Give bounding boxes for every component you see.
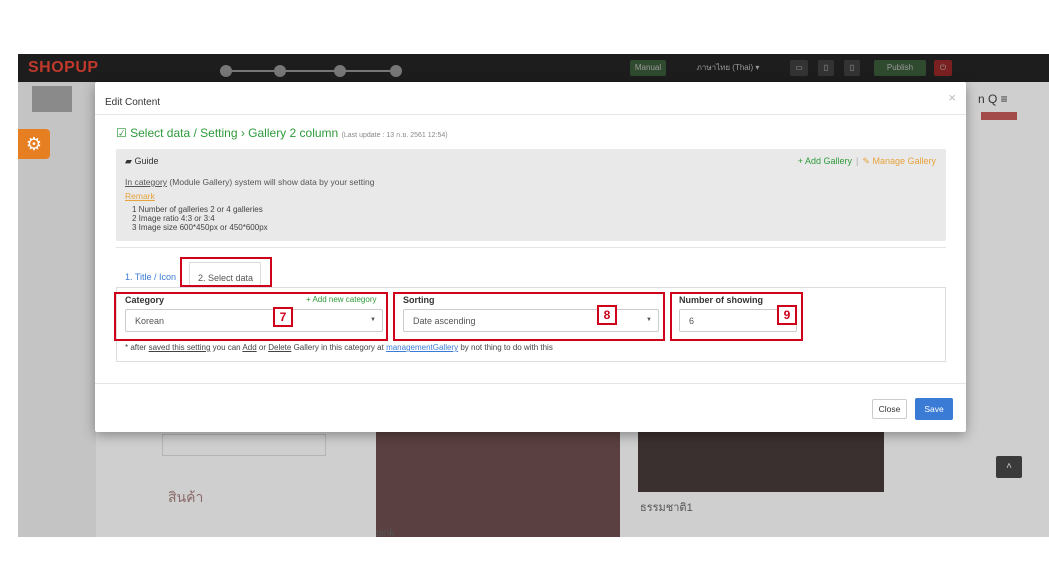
- note-text: by not thing to do with this: [458, 343, 553, 352]
- book-icon: ▰: [125, 156, 132, 166]
- tab-title-icon[interactable]: 1. Title / Icon: [125, 272, 176, 282]
- guide-note: 2 Image ratio 4:3 or 3:4: [132, 214, 215, 223]
- sidebar-box: [162, 434, 326, 456]
- modal-title: Edit Content: [105, 97, 161, 108]
- power-icon[interactable]: ⏻: [934, 60, 952, 76]
- step-progress: [208, 58, 408, 78]
- check-icon: ☑: [116, 126, 127, 140]
- app-logo: SHOPUP: [28, 59, 99, 76]
- modal-footer-divider: [95, 383, 966, 384]
- highlight-box-tab: [180, 257, 272, 287]
- save-button[interactable]: Save: [915, 398, 953, 420]
- note-text: or: [256, 343, 269, 352]
- guide-heading-text: Guide: [134, 156, 159, 166]
- add-gallery-link[interactable]: + Add Gallery: [798, 156, 852, 166]
- link-separator: |: [856, 156, 859, 166]
- mobile-view-icon[interactable]: ▯: [844, 60, 860, 76]
- highlight-box-number: [670, 292, 803, 341]
- close-button[interactable]: Close: [872, 399, 907, 419]
- settings-gear-icon[interactable]: ⚙: [18, 129, 50, 159]
- publish-button[interactable]: Publish: [874, 60, 926, 76]
- guide-box: ▰ Guide + Add Gallery | ✎ Manage Gallery I…: [116, 149, 946, 241]
- section-title-text: Select data / Setting › Gallery 2 column: [130, 126, 339, 140]
- section-title: ☑ Select data / Setting › Gallery 2 colu…: [116, 126, 448, 141]
- step-line: [220, 70, 390, 72]
- remark-link[interactable]: Remark: [125, 191, 155, 201]
- guide-note: 3 Image size 600*450px or 450*600px: [132, 223, 268, 232]
- note-text: Gallery in this category at: [291, 343, 387, 352]
- header-accent: [981, 112, 1017, 120]
- step-dot-1[interactable]: [220, 65, 232, 77]
- product-image-1: [376, 432, 620, 537]
- note-text: * after: [125, 343, 149, 352]
- after-save-note: * after saved this setting you can Add o…: [125, 343, 553, 352]
- in-category-link[interactable]: In category: [125, 177, 167, 187]
- pencil-icon: ✎: [862, 156, 870, 166]
- highlight-box-sorting: [393, 292, 665, 341]
- sidebar-heading: สินค้า: [168, 489, 204, 505]
- header-icons: n Q ≡: [978, 92, 1008, 106]
- guide-description: In category (Module Gallery) system will…: [125, 177, 374, 187]
- product-caption-1: pink: [376, 528, 395, 537]
- add-link[interactable]: Add: [242, 343, 256, 352]
- step-dot-2[interactable]: [274, 65, 286, 77]
- screen: SHOPUP Manual ภาษาไทย (Thai) ▾ ▭ ▯ ▯ Pub…: [0, 0, 1049, 579]
- top-toolbar: SHOPUP Manual ภาษาไทย (Thai) ▾ ▭ ▯ ▯ Pub…: [18, 54, 1049, 82]
- product-caption-2: ธรรมชาติ1: [640, 502, 693, 514]
- close-icon[interactable]: ×: [948, 90, 956, 105]
- last-update: (Last update : 13 ก.ย. 2561 12:54): [341, 132, 448, 139]
- scroll-top-button[interactable]: ˄: [996, 456, 1022, 478]
- desktop-view-icon[interactable]: ▭: [790, 60, 808, 76]
- manual-button[interactable]: Manual: [630, 60, 666, 76]
- guide-heading: ▰ Guide: [125, 156, 158, 167]
- product-image-2: [638, 432, 884, 492]
- management-gallery-link[interactable]: managementGallery: [386, 343, 458, 352]
- guide-links: + Add Gallery | ✎ Manage Gallery: [798, 156, 936, 167]
- left-thumbnail: [32, 86, 72, 112]
- tablet-view-icon[interactable]: ▯: [818, 60, 834, 76]
- guide-note: 1 Number of galleries 2 or 4 galleries: [132, 205, 263, 214]
- highlight-box-category: [114, 292, 388, 341]
- step-dot-4[interactable]: [390, 65, 402, 77]
- modal-header: Edit Content: [95, 82, 966, 115]
- saved-setting-link[interactable]: saved this setting: [149, 343, 211, 352]
- manage-gallery-link[interactable]: Manage Gallery: [872, 156, 936, 166]
- step-dot-3[interactable]: [334, 65, 346, 77]
- edit-content-modal: Edit Content × ☑ Select data / Setting ›…: [95, 82, 966, 432]
- divider: [116, 247, 946, 248]
- note-text: you can: [210, 343, 243, 352]
- delete-link[interactable]: Delete: [268, 343, 291, 352]
- guide-description-text: (Module Gallery) system will show data b…: [167, 177, 375, 187]
- language-select[interactable]: ภาษาไทย (Thai) ▾: [678, 60, 778, 76]
